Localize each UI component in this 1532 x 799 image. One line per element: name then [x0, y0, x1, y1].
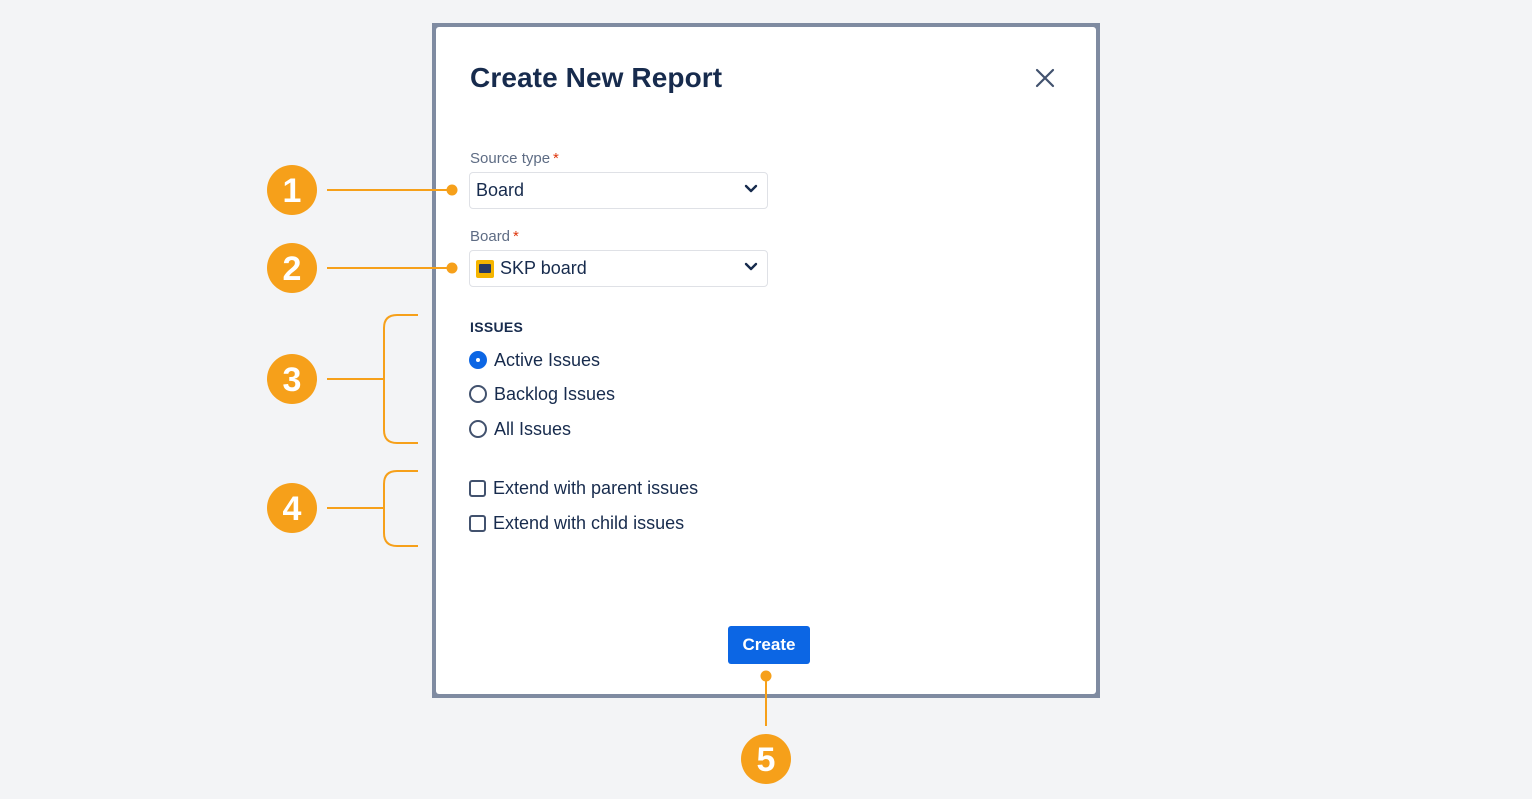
- callout-dot-2: [446, 262, 458, 274]
- callout-number-3: 3: [283, 361, 302, 399]
- callout-number-1: 1: [283, 172, 302, 210]
- callout-number-4: 4: [283, 490, 302, 528]
- callout-bracket-4: [383, 470, 418, 547]
- callout-number-5: 5: [757, 741, 776, 779]
- callout-dot-5: [760, 670, 772, 682]
- callout-bracket-3: [383, 314, 418, 444]
- callout-overlay: 1 2 3 4 5: [267, 165, 791, 784]
- callout-dot-1: [446, 184, 458, 196]
- callout-number-2: 2: [283, 250, 302, 288]
